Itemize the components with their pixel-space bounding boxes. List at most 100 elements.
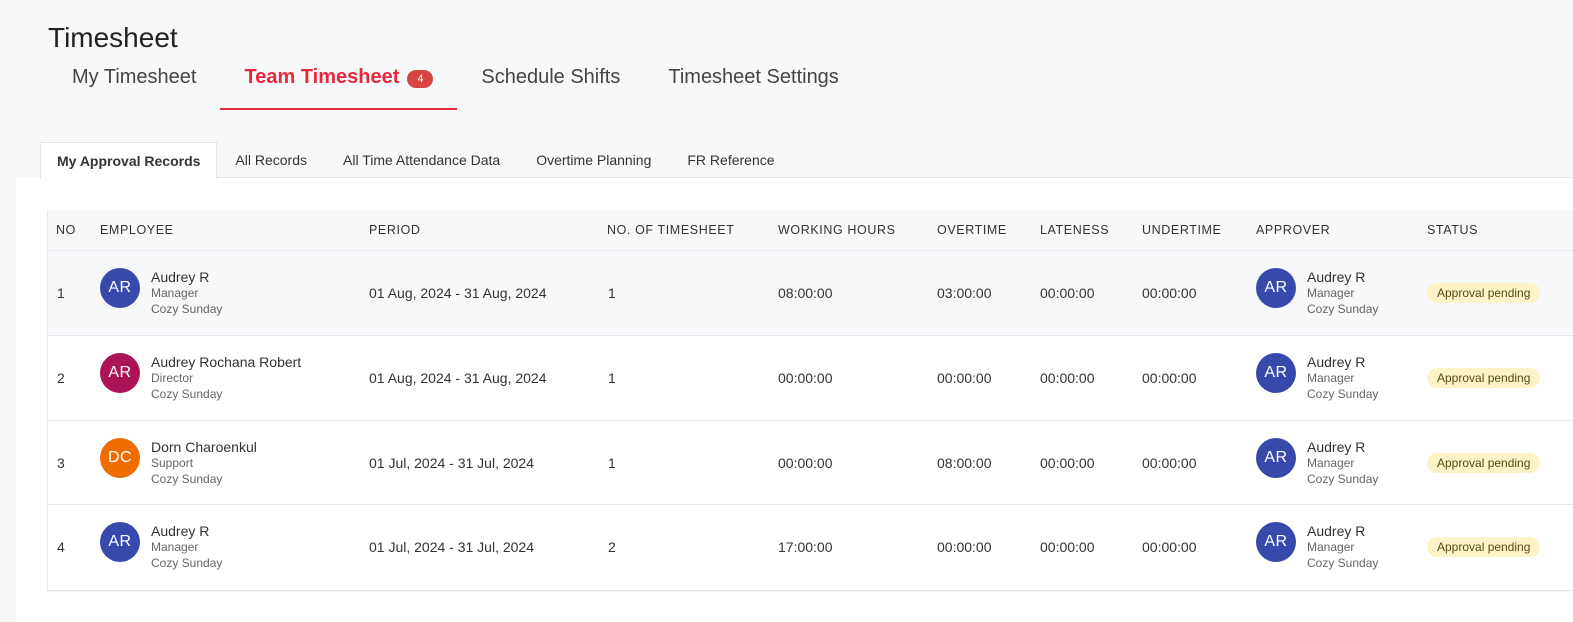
overtime-cell: 08:00:00 [937, 454, 992, 471]
working-hours-cell: 00:00:00 [778, 369, 833, 386]
employee-company: Cozy Sunday [151, 471, 223, 486]
row-no: 3 [57, 454, 65, 471]
period-cell: 01 Jul, 2024 - 31 Jul, 2024 [369, 539, 535, 556]
status-badge: Approval pending [1427, 367, 1541, 388]
period-cell: 01 Aug, 2024 - 31 Aug, 2024 [369, 369, 547, 386]
approval-records-table: NO EMPLOYEE PERIOD NO. OF TIMESHEET WORK… [47, 210, 1573, 591]
approver-name: Audrey R [1307, 523, 1366, 540]
employee-info: Audrey R Manager Cozy Sunday [151, 523, 222, 571]
overtime-cell: 03:00:00 [937, 285, 992, 301]
approver-info: Audrey R Manager Cozy Sunday [1307, 354, 1378, 402]
employee-role: Manager [151, 286, 199, 300]
working-hours-cell: 00:00:00 [778, 454, 833, 471]
subtab-overtime-planning[interactable]: Overtime Planning [518, 142, 669, 178]
header-num-timesheet: NO. OF TIMESHEET [607, 223, 735, 237]
approver-info: Audrey R Manager Cozy Sunday [1307, 269, 1378, 317]
approver-name: Audrey R [1307, 438, 1366, 455]
approver-name: Audrey R [1307, 269, 1366, 285]
employee-name: Audrey R [151, 269, 210, 285]
undertime-cell: 00:00:00 [1142, 369, 1197, 386]
lateness-cell: 00:00:00 [1040, 454, 1095, 471]
approver-role: Manager [1307, 286, 1355, 300]
table-row[interactable]: 2 AR Audrey Rochana Robert Director Cozy… [48, 335, 1573, 421]
employee-company: Cozy Sunday [151, 386, 223, 401]
header-approver: APPROVER [1256, 223, 1331, 237]
employee-company: Cozy Sunday [151, 302, 223, 316]
row-no: 1 [57, 285, 65, 301]
num-timesheet-cell: 1 [608, 285, 616, 301]
employee-role: Manager [151, 540, 199, 555]
subtab-all-records[interactable]: All Records [217, 142, 325, 178]
sub-tabs: My Approval Records All Records All Time… [40, 142, 1573, 179]
tab-label: Schedule Shifts [481, 66, 621, 88]
employee-name: Audrey R [151, 523, 210, 540]
header-status: STATUS [1427, 223, 1479, 237]
approver-info: Audrey R Manager Cozy Sunday [1307, 439, 1378, 487]
header-working-hours: WORKING HOURS [778, 223, 896, 237]
employee-company: Cozy Sunday [151, 556, 223, 571]
employee-name: Audrey Rochana Robert [151, 353, 302, 370]
tab-label: My Timesheet [72, 66, 197, 88]
employee-avatar: DC [100, 437, 140, 478]
header-undertime: UNDERTIME [1142, 223, 1222, 237]
approver-role: Manager [1307, 370, 1355, 385]
approver-name: Audrey R [1307, 353, 1366, 370]
status-badge: Approval pending [1427, 452, 1541, 473]
num-timesheet-cell: 1 [608, 369, 616, 386]
table-row[interactable]: 4 AR Audrey R Manager Cozy Sunday 01 Jul… [48, 505, 1573, 590]
employee-avatar: AR [100, 522, 140, 563]
table-row[interactable]: 3 DC Dorn Charoenkul Support Cozy Sunday… [48, 420, 1573, 506]
tab-schedule-shifts[interactable]: Schedule Shifts [457, 62, 644, 110]
approver-role: Manager [1307, 540, 1355, 555]
lateness-cell: 00:00:00 [1040, 369, 1095, 386]
table-header: NO EMPLOYEE PERIOD NO. OF TIMESHEET WORK… [48, 210, 1573, 251]
count-badge: 4 [407, 70, 434, 88]
header-lateness: LATENESS [1040, 223, 1110, 237]
status-badge: Approval pending [1427, 283, 1541, 303]
tab-team-timesheet[interactable]: Team Timesheet 4 [220, 62, 458, 110]
subtab-my-approval-records[interactable]: My Approval Records [40, 142, 218, 179]
row-no: 4 [57, 539, 65, 556]
lateness-cell: 00:00:00 [1040, 539, 1095, 556]
row-no: 2 [57, 369, 65, 386]
header-overtime: OVERTIME [937, 223, 1007, 237]
employee-info: Audrey R Manager Cozy Sunday [151, 269, 222, 317]
approver-company: Cozy Sunday [1307, 471, 1379, 486]
approver-info: Audrey R Manager Cozy Sunday [1307, 523, 1378, 571]
employee-avatar: AR [100, 268, 140, 308]
subtab-fr-reference[interactable]: FR Reference [669, 142, 792, 178]
lateness-cell: 00:00:00 [1040, 285, 1095, 301]
main-tabs: My Timesheet Team Timesheet 4 Schedule S… [48, 62, 863, 110]
tab-timesheet-settings[interactable]: Timesheet Settings [644, 62, 862, 110]
employee-info: Dorn Charoenkul Support Cozy Sunday [151, 439, 257, 487]
working-hours-cell: 17:00:00 [778, 539, 833, 556]
approver-company: Cozy Sunday [1307, 556, 1379, 571]
num-timesheet-cell: 2 [608, 539, 616, 556]
overtime-cell: 00:00:00 [937, 539, 992, 556]
subtab-all-time-attendance-data[interactable]: All Time Attendance Data [325, 142, 518, 178]
period-cell: 01 Aug, 2024 - 31 Aug, 2024 [369, 285, 547, 301]
tab-my-timesheet[interactable]: My Timesheet [48, 62, 220, 110]
employee-role: Director [151, 370, 194, 385]
tab-label: Timesheet Settings [668, 66, 839, 88]
header-employee: EMPLOYEE [100, 223, 174, 237]
approver-avatar: AR [1256, 268, 1296, 308]
period-cell: 01 Jul, 2024 - 31 Jul, 2024 [369, 454, 535, 471]
employee-name: Dorn Charoenkul [151, 438, 257, 455]
employee-avatar: AR [100, 352, 140, 393]
employee-role: Support [151, 455, 194, 470]
header-no: NO [56, 223, 76, 237]
page-title: Timesheet [48, 22, 178, 53]
approver-avatar: AR [1256, 437, 1296, 478]
approver-avatar: AR [1256, 352, 1296, 393]
status-badge: Approval pending [1427, 537, 1541, 558]
working-hours-cell: 08:00:00 [778, 285, 833, 301]
tab-label: Team Timesheet [244, 66, 400, 88]
undertime-cell: 00:00:00 [1142, 285, 1197, 301]
employee-info: Audrey Rochana Robert Director Cozy Sund… [151, 354, 301, 402]
table-row[interactable]: 1 AR Audrey R Manager Cozy Sunday 01 Aug… [48, 251, 1573, 336]
approver-company: Cozy Sunday [1307, 302, 1379, 316]
undertime-cell: 00:00:00 [1142, 539, 1197, 556]
approver-avatar: AR [1256, 522, 1296, 563]
num-timesheet-cell: 1 [608, 454, 616, 471]
